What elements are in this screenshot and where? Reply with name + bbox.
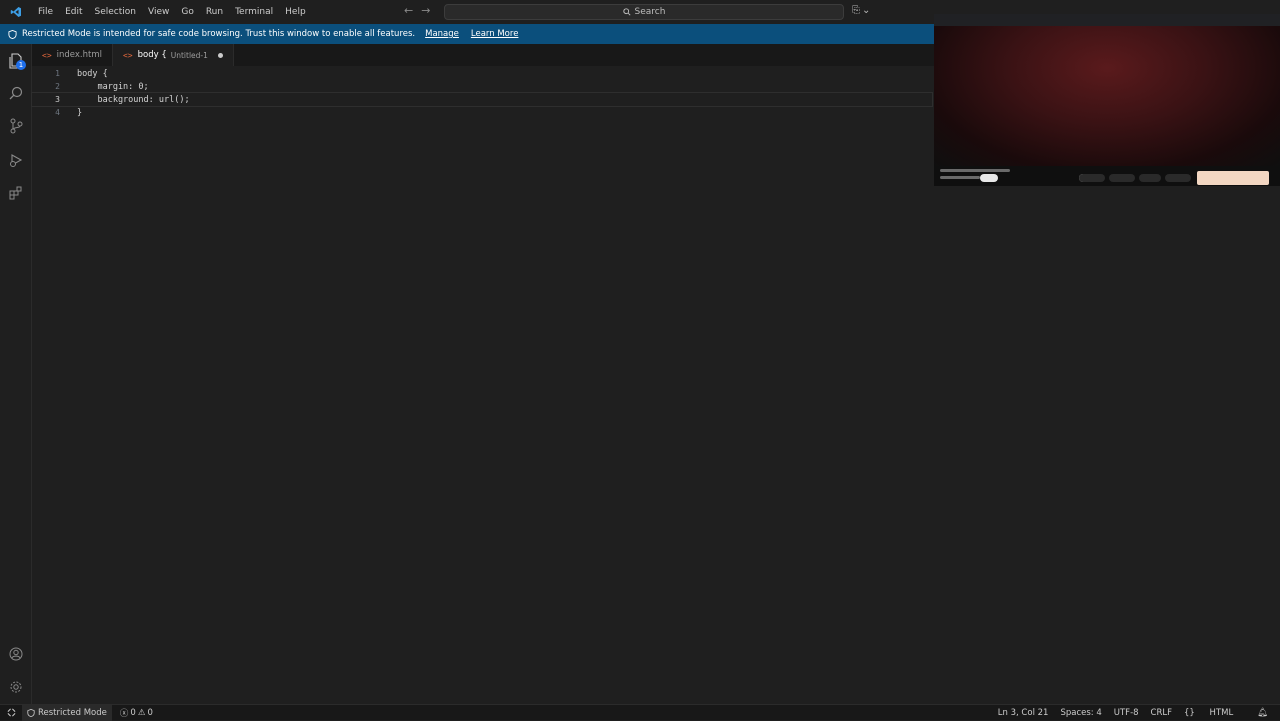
menu-bar: File Edit Selection View Go Run Terminal… [32,0,312,24]
encoding[interactable]: UTF-8 [1114,708,1139,718]
shield-icon [8,29,17,39]
restricted-mode-status[interactable]: Restricted Mode [22,704,112,721]
shield-icon [27,708,35,717]
gear-icon[interactable] [0,672,31,702]
copilot-icon: ⎘ [852,5,860,16]
back-arrow-icon[interactable]: ← [404,4,413,17]
tab-untitled-1[interactable]: <> body { Untitled-1 [112,44,234,66]
search-label: Search [634,7,666,17]
search-icon [622,8,631,16]
language-label: HTML [1209,707,1234,718]
code-text: margin: 0; [77,81,149,92]
indentation[interactable]: Spaces: 4 [1060,708,1101,718]
code-editor[interactable]: 1 body { 2 margin: 0; 3 background: url(… [31,66,934,704]
source-control-icon[interactable] [0,111,31,141]
explorer-icon[interactable]: 1 [0,46,31,76]
channel-name-placeholder [940,176,980,179]
menu-help[interactable]: Help [279,0,312,24]
code-text: body { [77,68,108,79]
line-number: 1 [55,69,60,78]
notifications-icon[interactable]: 🔔︎ [1257,708,1268,718]
braces-icon: {} [1184,707,1195,718]
menu-selection[interactable]: Selection [89,0,142,24]
line-number: 3 [55,95,60,104]
language-mode[interactable]: {} HTML [1184,708,1245,718]
copilot-menu[interactable]: ⎘ ⌄ [852,5,870,16]
restricted-mode-label: Restricted Mode [38,707,107,718]
end-of-line[interactable]: CRLF [1151,708,1172,718]
editor-tabs: <> index.html <> body { Untitled-1 [32,44,934,66]
problems-indicator[interactable]: ⓧ 0 ⚠ 0 [120,707,153,719]
video-frame [934,26,1280,166]
download-button[interactable] [1139,174,1161,182]
like-button[interactable] [1079,174,1105,182]
command-center-search[interactable]: Search [444,4,844,20]
extensions-icon[interactable] [0,178,31,208]
code-line: 4 } [32,106,932,119]
navigation-arrows: ← → [404,4,430,17]
manage-link[interactable]: Manage [425,29,459,39]
error-icon: ⓧ [119,708,129,719]
menu-edit[interactable]: Edit [59,0,88,24]
warning-icon: ⚠ [137,707,146,718]
menu-run[interactable]: Run [200,0,229,24]
status-bar: Restricted Mode ⓧ 0 ⚠ 0 Ln 3, Col 21 Spa… [0,704,1280,721]
status-right-group: Ln 3, Col 21 Spaces: 4 UTF-8 CRLF {} HTM… [998,705,1280,720]
share-button[interactable] [1109,174,1135,182]
line-number: 4 [55,108,60,117]
menu-go[interactable]: Go [175,0,199,24]
tab-description: Untitled-1 [170,50,208,60]
run-debug-icon[interactable] [0,145,31,175]
video-title-placeholder [940,169,1010,172]
code-line: 1 body { [32,67,932,80]
picture-in-picture-video[interactable] [934,14,1280,186]
unsaved-dot-icon[interactable] [217,52,223,58]
remote-indicator-icon[interactable] [0,705,22,721]
tab-index-html[interactable]: <> index.html [32,44,113,66]
activity-bar: 1 [0,44,32,704]
promo-banner[interactable] [1197,171,1269,185]
code-line: 2 margin: 0; [32,80,932,93]
code-line-current: 3 background: url(); [31,92,933,107]
learn-more-link[interactable]: Learn More [471,29,519,39]
code-text: background: url(); [77,94,190,105]
line-number: 2 [55,82,60,91]
warning-count: 0 [147,707,153,718]
accounts-icon[interactable] [0,639,31,669]
browser-toolbar [934,14,1280,26]
join-button[interactable] [980,174,998,182]
html-file-icon: <> [42,50,52,60]
menu-terminal[interactable]: Terminal [229,0,279,24]
banner-message: Restricted Mode is intended for safe cod… [22,29,416,39]
error-count: 0 [130,707,136,718]
vscode-logo-icon [0,0,32,24]
menu-view[interactable]: View [142,0,175,24]
forward-arrow-icon[interactable]: → [421,4,430,17]
explorer-badge: 1 [16,60,26,70]
cursor-position[interactable]: Ln 3, Col 21 [998,708,1049,718]
tab-label: index.html [56,50,102,60]
search-icon[interactable] [0,78,31,108]
html-file-icon: <> [122,50,133,60]
more-actions-button[interactable] [1165,174,1191,182]
code-text: } [77,107,83,118]
menu-file[interactable]: File [32,0,59,24]
tab-label: body { [137,50,167,60]
chevron-down-icon: ⌄ [862,5,871,16]
